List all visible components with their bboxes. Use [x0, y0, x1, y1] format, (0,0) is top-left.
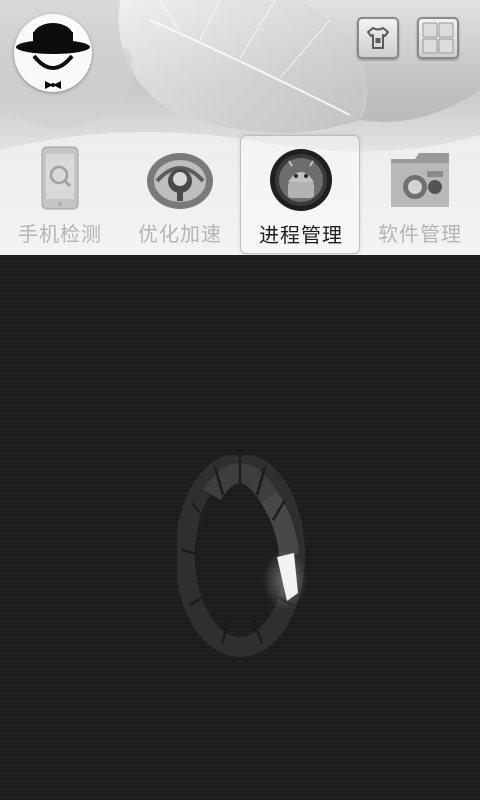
process-android-gear-icon [270, 149, 332, 211]
menu-grid-button[interactable] [417, 17, 459, 59]
grid-icon [422, 22, 454, 54]
tshirt-icon [367, 27, 389, 49]
app-window: 手机检测 优化加速 进程管理 软件管理 [0, 0, 480, 800]
tab-software-manager[interactable]: 软件管理 [360, 135, 480, 255]
main-content-area [0, 255, 480, 800]
phone-scan-icon [41, 146, 79, 210]
tab-process-manager-label: 进程管理 [259, 223, 343, 247]
header: 手机检测 优化加速 进程管理 软件管理 [0, 0, 480, 255]
tab-phone-check[interactable]: 手机检测 [0, 135, 120, 255]
tab-optimize-speed-label: 优化加速 [138, 222, 222, 246]
feature-tabs: 手机检测 优化加速 进程管理 软件管理 [0, 135, 480, 255]
software-safe-icon [391, 153, 449, 207]
loading-spinner-icon [177, 455, 307, 657]
speed-turbine-icon [147, 153, 213, 209]
tab-software-manager-label: 软件管理 [378, 222, 462, 246]
gentleman-hat-avatar-icon [16, 23, 90, 89]
theme-button[interactable] [357, 17, 399, 59]
tab-optimize-speed[interactable]: 优化加速 [120, 135, 240, 255]
user-avatar[interactable] [14, 14, 92, 92]
tab-process-manager[interactable]: 进程管理 [240, 135, 360, 254]
tab-phone-check-label: 手机检测 [18, 222, 102, 246]
